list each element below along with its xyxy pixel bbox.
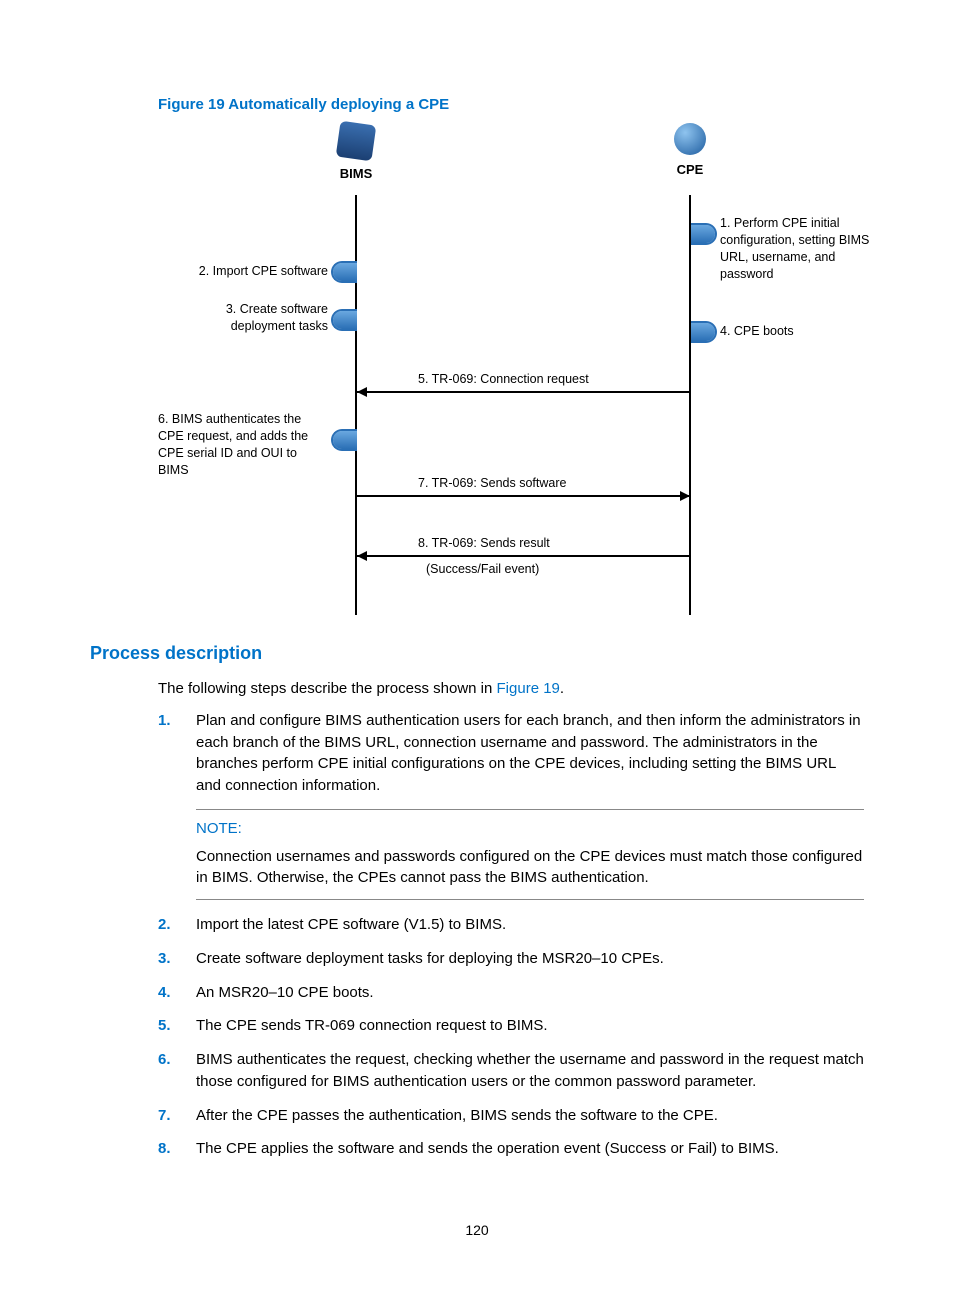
step-3-text: Create software deployment tasks for dep…: [196, 950, 664, 967]
cpe-lifeline: [689, 195, 691, 615]
step1-self-arrow: [691, 223, 717, 245]
bims-label: BIMS: [340, 166, 373, 181]
note-text: Connection usernames and passwords confi…: [196, 846, 864, 890]
step-2: 2. Import the latest CPE software (V1.5)…: [158, 914, 864, 936]
cpe-icon: [674, 123, 706, 155]
step-4: 4. An MSR20–10 CPE boots.: [158, 982, 864, 1004]
step2-self-arrow: [331, 261, 357, 283]
step-7: 7. After the CPE passes the authenticati…: [158, 1105, 864, 1127]
step7-arrow: [357, 495, 690, 497]
step5-label: 5. TR-069: Connection request: [418, 371, 589, 388]
process-title: Process description: [90, 643, 864, 664]
step-4-num: 4.: [158, 982, 171, 1004]
step-6-num: 6.: [158, 1049, 171, 1071]
step-7-num: 7.: [158, 1105, 171, 1127]
process-steps-list: 1. Plan and configure BIMS authenticatio…: [158, 710, 864, 1160]
page-number: 120: [0, 1222, 954, 1238]
step1-label: 1. Perform CPE initial configuration, se…: [720, 215, 870, 283]
note-label: NOTE:: [196, 818, 864, 840]
step4-self-arrow: [691, 321, 717, 343]
step-6: 6. BIMS authenticates the request, check…: [158, 1049, 864, 1093]
step8-arrow-head: [357, 551, 367, 561]
step-2-num: 2.: [158, 914, 171, 936]
step2-label: 2. Import CPE software: [178, 263, 328, 280]
step-4-text: An MSR20–10 CPE boots.: [196, 984, 374, 1001]
note-box: NOTE: Connection usernames and passwords…: [196, 809, 864, 900]
intro-prefix: The following steps describe the process…: [158, 680, 497, 697]
step6-label: 6. BIMS authenticates the CPE request, a…: [158, 411, 328, 479]
step-5-text: The CPE sends TR-069 connection request …: [196, 1017, 548, 1034]
step7-label: 7. TR-069: Sends software: [418, 475, 566, 492]
step-6-text: BIMS authenticates the request, checking…: [196, 1051, 864, 1090]
step8-label-b: (Success/Fail event): [426, 561, 539, 578]
intro-suffix: .: [560, 680, 564, 697]
step-8-num: 8.: [158, 1138, 171, 1160]
step-5-num: 5.: [158, 1015, 171, 1037]
step3-self-arrow: [331, 309, 357, 331]
page: Figure 19 Automatically deploying a CPE …: [0, 0, 954, 1296]
step-7-text: After the CPE passes the authentication,…: [196, 1107, 718, 1124]
process-intro: The following steps describe the process…: [158, 678, 864, 700]
step7-arrow-head: [680, 491, 690, 501]
sequence-diagram: BIMS CPE 1. Perform CPE initial configur…: [158, 123, 878, 623]
bims-icon: [336, 121, 377, 162]
figure-19-link[interactable]: Figure 19: [497, 680, 560, 697]
step-1-text: Plan and configure BIMS authentication u…: [196, 712, 861, 794]
step8-label-a: 8. TR-069: Sends result: [418, 535, 550, 552]
step-8-text: The CPE applies the software and sends t…: [196, 1140, 779, 1157]
step-1: 1. Plan and configure BIMS authenticatio…: [158, 710, 864, 900]
bims-node: BIMS: [326, 123, 386, 181]
step-5: 5. The CPE sends TR-069 connection reque…: [158, 1015, 864, 1037]
step3-label: 3. Create software deployment tasks: [168, 301, 328, 335]
step-3-num: 3.: [158, 948, 171, 970]
step5-arrow-head: [357, 387, 367, 397]
cpe-node: CPE: [660, 123, 720, 177]
step5-arrow: [357, 391, 690, 393]
step8-arrow: [357, 555, 690, 557]
step-1-num: 1.: [158, 710, 171, 732]
step-3: 3. Create software deployment tasks for …: [158, 948, 864, 970]
step6-self-arrow: [331, 429, 357, 451]
step-2-text: Import the latest CPE software (V1.5) to…: [196, 916, 506, 933]
figure-caption: Figure 19 Automatically deploying a CPE: [158, 96, 864, 113]
step-8: 8. The CPE applies the software and send…: [158, 1138, 864, 1160]
step4-label: 4. CPE boots: [720, 323, 840, 340]
cpe-label: CPE: [677, 162, 704, 177]
